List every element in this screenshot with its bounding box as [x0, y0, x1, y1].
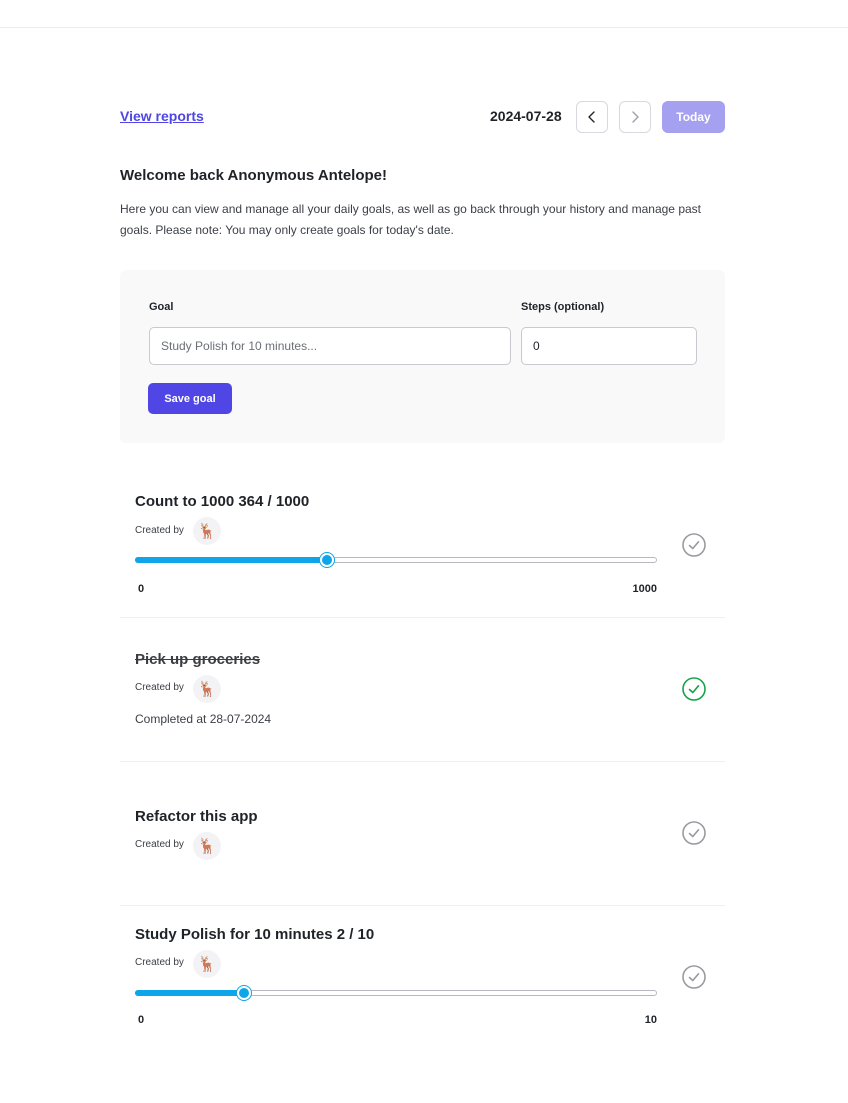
intro-text: Here you can view and manage all your da…: [120, 202, 701, 237]
view-reports-link[interactable]: View reports: [120, 108, 204, 124]
slider-max-label: 1000: [632, 583, 657, 595]
current-date: 2024-07-28: [490, 108, 562, 124]
progress-slider[interactable]: [135, 552, 657, 568]
check-circle-done-icon[interactable]: [681, 676, 707, 702]
goal-input[interactable]: [149, 327, 511, 365]
created-by-label: Created by: [135, 682, 184, 693]
completed-at-text: Completed at 28-07-2024: [135, 712, 272, 726]
check-circle-icon[interactable]: [681, 532, 707, 558]
created-by-label: Created by: [135, 839, 184, 850]
new-goal-form: Goal Steps (optional) Save goal: [120, 270, 725, 443]
avatar: 🦌: [193, 832, 221, 860]
save-goal-button[interactable]: Save goal: [148, 383, 232, 414]
avatar: 🦌: [193, 950, 221, 978]
goal-label: Goal: [149, 301, 174, 313]
welcome-heading: Welcome back Anonymous Antelope!: [120, 167, 387, 184]
slider-min-label: 0: [138, 583, 145, 595]
avatar: 🦌: [193, 675, 221, 703]
goal-title: Refactor this app: [135, 808, 258, 825]
top-navbar: [0, 0, 848, 28]
goal-item-refactor-this-app: Refactor this app Created by 🦌: [120, 762, 725, 906]
goal-item-study-polish: Study Polish for 10 minutes 2 / 10 Creat…: [120, 906, 725, 1050]
steps-label: Steps (optional): [521, 301, 605, 313]
slider-thumb[interactable]: [319, 553, 334, 567]
slider-min-label: 0: [138, 1014, 145, 1026]
slider-fill: [135, 990, 244, 996]
slider-fill: [135, 557, 327, 563]
check-circle-icon[interactable]: [681, 964, 707, 990]
avatar: 🦌: [193, 517, 221, 545]
created-by-label: Created by: [135, 525, 184, 536]
slider-max-label: 10: [644, 1014, 657, 1026]
next-day-button[interactable]: [619, 101, 651, 133]
slider-thumb[interactable]: [236, 986, 251, 1000]
today-button[interactable]: Today: [662, 101, 725, 133]
goal-title: Count to 1000 364 / 1000: [135, 493, 310, 510]
check-circle-icon[interactable]: [681, 820, 707, 846]
created-by-label: Created by: [135, 957, 184, 968]
steps-input[interactable]: [521, 327, 697, 365]
goal-title: Pick up groceries: [135, 651, 261, 668]
chevron-left-icon: [588, 111, 595, 123]
goal-item-pick-up-groceries: Pick up groceries Created by 🦌 Completed…: [120, 618, 725, 762]
goal-title: Study Polish for 10 minutes 2 / 10: [135, 926, 375, 943]
chevron-right-icon: [632, 111, 639, 123]
previous-day-button[interactable]: [576, 101, 608, 133]
progress-slider[interactable]: [135, 985, 657, 1001]
date-toolbar: View reports 2024-07-28 Today: [120, 100, 725, 133]
goal-item-count-to-1000: Count to 1000 364 / 1000 Created by 🦌 0 …: [120, 470, 725, 618]
